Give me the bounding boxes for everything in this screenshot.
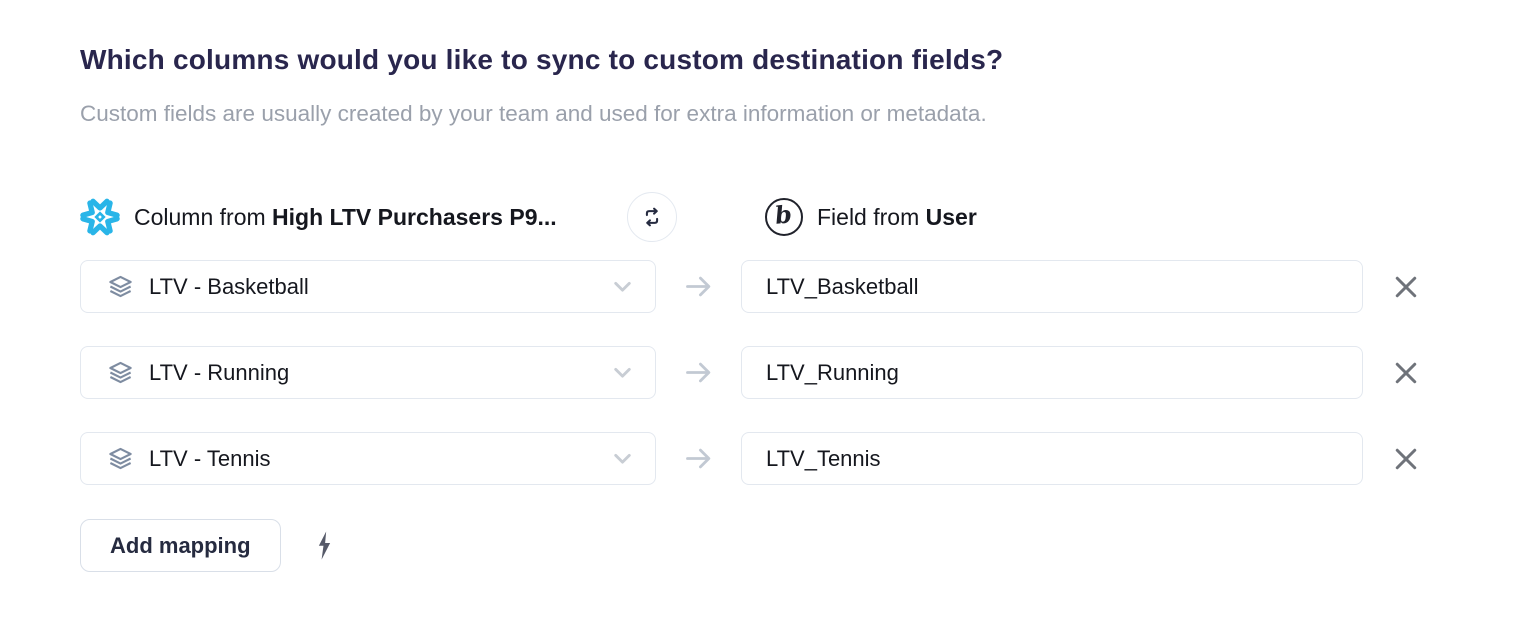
source-column-header: Column from High LTV Purchasers P9... bbox=[80, 191, 557, 243]
source-column-select[interactable]: LTV - Basketball bbox=[80, 260, 656, 313]
swap-icon bbox=[639, 204, 665, 230]
layers-icon bbox=[107, 273, 134, 300]
chevron-down-icon bbox=[610, 274, 635, 299]
remove-mapping-button[interactable] bbox=[1387, 440, 1425, 478]
destination-header-label: Field from User bbox=[817, 204, 977, 231]
destination-field-input[interactable] bbox=[741, 346, 1363, 399]
snowflake-icon bbox=[80, 197, 120, 237]
source-header-prefix: Column from bbox=[134, 204, 266, 230]
destination-column-header: b Field from User bbox=[765, 191, 977, 243]
layers-icon bbox=[107, 445, 134, 472]
lightning-bolt-icon[interactable] bbox=[312, 529, 337, 562]
chevron-down-icon bbox=[610, 446, 635, 471]
arrow-right-icon bbox=[656, 357, 741, 388]
braze-glyph: b bbox=[773, 202, 792, 228]
destination-field-input[interactable] bbox=[741, 260, 1363, 313]
source-column-value: LTV - Tennis bbox=[149, 446, 270, 472]
close-icon bbox=[1391, 444, 1421, 474]
arrow-right-icon bbox=[656, 271, 741, 302]
source-column-select[interactable]: LTV - Tennis bbox=[80, 432, 656, 485]
destination-header-prefix: Field from bbox=[817, 204, 919, 230]
remove-mapping-button[interactable] bbox=[1387, 268, 1425, 306]
swap-mappings-button[interactable] bbox=[627, 192, 677, 242]
layers-icon bbox=[107, 359, 134, 386]
arrow-right-icon bbox=[656, 443, 741, 474]
source-column-value: LTV - Running bbox=[149, 360, 289, 386]
close-icon bbox=[1391, 272, 1421, 302]
sync-mapping-page: Which columns would you like to sync to … bbox=[0, 0, 1514, 624]
footer-actions: Add mapping bbox=[80, 519, 337, 572]
add-mapping-button[interactable]: Add mapping bbox=[80, 519, 281, 572]
chevron-down-icon bbox=[610, 360, 635, 385]
mapping-row: LTV - Running bbox=[80, 346, 1449, 399]
source-column-select[interactable]: LTV - Running bbox=[80, 346, 656, 399]
source-header-label: Column from High LTV Purchasers P9... bbox=[134, 204, 557, 231]
page-title: Which columns would you like to sync to … bbox=[80, 44, 1003, 76]
source-column-value: LTV - Basketball bbox=[149, 274, 309, 300]
braze-icon: b bbox=[765, 198, 803, 236]
remove-mapping-button[interactable] bbox=[1387, 354, 1425, 392]
mapping-row: LTV - Basketball bbox=[80, 260, 1449, 313]
mapping-rows: LTV - Basketball bbox=[80, 260, 1449, 485]
mapping-row: LTV - Tennis bbox=[80, 432, 1449, 485]
page-subtitle: Custom fields are usually created by you… bbox=[80, 101, 987, 127]
destination-object-name: User bbox=[926, 204, 977, 230]
close-icon bbox=[1391, 358, 1421, 388]
source-model-name: High LTV Purchasers P9... bbox=[272, 204, 557, 230]
destination-field-input[interactable] bbox=[741, 432, 1363, 485]
